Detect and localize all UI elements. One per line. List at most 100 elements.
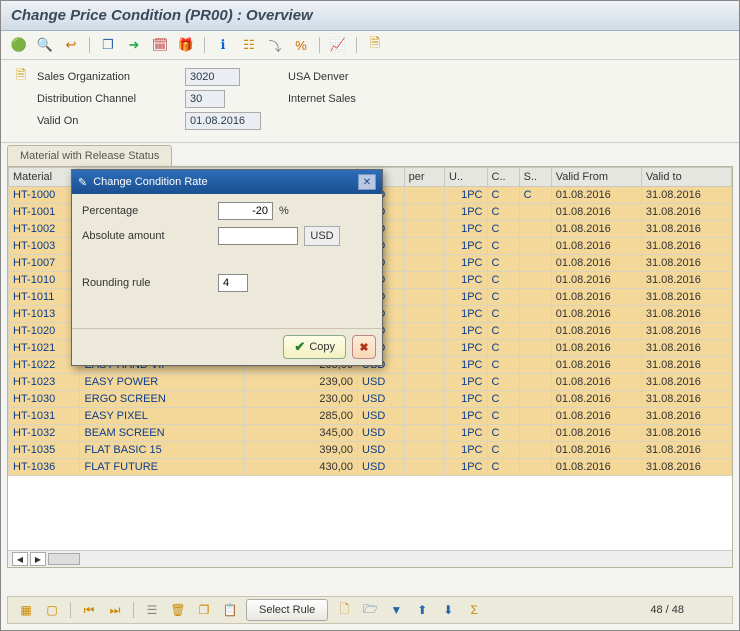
cell-valid-to[interactable]: 31.08.2016 (641, 272, 731, 289)
cancel-button[interactable]: ✖ (352, 335, 376, 359)
cell-c1[interactable]: C (487, 204, 519, 221)
cell-valid-from[interactable]: 01.08.2016 (551, 272, 641, 289)
cell-valid-from[interactable]: 01.08.2016 (551, 204, 641, 221)
sum-icon[interactable]: Σ (464, 600, 484, 620)
cell-uom[interactable]: 1PC (445, 357, 487, 374)
cell-per[interactable] (404, 204, 444, 221)
cell-valid-to[interactable]: 31.08.2016 (641, 221, 731, 238)
cell-unit[interactable]: USD (358, 442, 405, 459)
cell-c1[interactable]: C (487, 357, 519, 374)
cell-desc[interactable]: FLAT BASIC 15 (80, 442, 245, 459)
copy-button[interactable]: ✔ Copy (283, 335, 346, 359)
close-icon[interactable]: ✕ (358, 174, 376, 190)
cell-valid-from[interactable]: 01.08.2016 (551, 357, 641, 374)
last-page-icon[interactable]: ⏭ (105, 600, 125, 620)
cell-material[interactable]: HT-1022 (9, 357, 80, 374)
cell-uom[interactable]: 1PC (445, 425, 487, 442)
cell-valid-from[interactable]: 01.08.2016 (551, 306, 641, 323)
dialog-titlebar[interactable]: ✎ Change Condition Rate ✕ (72, 170, 382, 194)
cell-c2[interactable] (519, 204, 551, 221)
cell-c1[interactable]: C (487, 306, 519, 323)
sort-icon[interactable]: ⤵ (265, 35, 285, 55)
sales-org-input[interactable] (185, 68, 240, 86)
table-row[interactable]: HT-1023EASY POWER239,00USD1PCC01.08.2016… (9, 374, 732, 391)
table-row[interactable]: HT-1030ERGO SCREEN230,00USD1PCC01.08.201… (9, 391, 732, 408)
cell-per[interactable] (404, 289, 444, 306)
cell-valid-from[interactable]: 01.08.2016 (551, 187, 641, 204)
cell-material[interactable]: HT-1020 (9, 323, 80, 340)
cell-desc[interactable]: FLAT FUTURE (80, 459, 245, 476)
horizontal-scrollbar[interactable]: ◀ ▶ (8, 550, 732, 567)
cell-uom[interactable]: 1PC (445, 459, 487, 476)
cell-material[interactable]: HT-1036 (9, 459, 80, 476)
cell-valid-from[interactable]: 01.08.2016 (551, 391, 641, 408)
select-rule-button[interactable]: Select Rule (246, 599, 328, 621)
cell-per[interactable] (404, 221, 444, 238)
cell-valid-from[interactable]: 01.08.2016 (551, 238, 641, 255)
copy-icon[interactable]: ❐ (98, 35, 118, 55)
cell-c1[interactable]: C (487, 340, 519, 357)
cell-valid-to[interactable]: 31.08.2016 (641, 459, 731, 476)
cell-per[interactable] (404, 323, 444, 340)
cell-per[interactable] (404, 238, 444, 255)
cell-c1[interactable]: C (487, 408, 519, 425)
scroll-right-icon[interactable]: ▶ (30, 552, 46, 566)
cell-c2[interactable] (519, 425, 551, 442)
cell-valid-from[interactable]: 01.08.2016 (551, 425, 641, 442)
cell-per[interactable] (404, 187, 444, 204)
cell-c2[interactable] (519, 255, 551, 272)
cell-valid-to[interactable]: 31.08.2016 (641, 357, 731, 374)
cell-valid-to[interactable]: 31.08.2016 (641, 374, 731, 391)
cell-material[interactable]: HT-1011 (9, 289, 80, 306)
cell-per[interactable] (404, 306, 444, 323)
cell-c2[interactable] (519, 238, 551, 255)
cell-desc[interactable]: BEAM SCREEN (80, 425, 245, 442)
col-c2[interactable]: S.. (519, 168, 551, 187)
cell-material[interactable]: HT-1013 (9, 306, 80, 323)
cell-c2[interactable] (519, 340, 551, 357)
cell-c1[interactable]: C (487, 289, 519, 306)
percent-icon[interactable]: % (291, 35, 311, 55)
cell-uom[interactable]: 1PC (445, 374, 487, 391)
cell-valid-from[interactable]: 01.08.2016 (551, 340, 641, 357)
cell-valid-to[interactable]: 31.08.2016 (641, 187, 731, 204)
exit-icon[interactable]: ↩ (61, 35, 81, 55)
cell-c2[interactable] (519, 459, 551, 476)
cell-per[interactable] (404, 255, 444, 272)
gift-icon[interactable]: 🎁 (176, 35, 196, 55)
open-icon[interactable]: 🗁 (360, 600, 380, 620)
cell-valid-from[interactable]: 01.08.2016 (551, 289, 641, 306)
cell-c1[interactable]: C (487, 391, 519, 408)
cell-uom[interactable]: 1PC (445, 323, 487, 340)
cell-per[interactable] (404, 374, 444, 391)
cell-valid-to[interactable]: 31.08.2016 (641, 323, 731, 340)
cell-valid-to[interactable]: 31.08.2016 (641, 306, 731, 323)
cell-per[interactable] (404, 442, 444, 459)
cell-material[interactable]: HT-1031 (9, 408, 80, 425)
cell-per[interactable] (404, 272, 444, 289)
cell-uom[interactable]: 1PC (445, 204, 487, 221)
cell-valid-to[interactable]: 31.08.2016 (641, 408, 731, 425)
select-all-icon[interactable]: ▦ (16, 600, 36, 620)
scroll-left-icon[interactable]: ◀ (12, 552, 28, 566)
cell-amount[interactable]: 430,00 (245, 459, 358, 476)
cell-per[interactable] (404, 357, 444, 374)
cell-unit[interactable]: USD (358, 425, 405, 442)
cell-valid-from[interactable]: 01.08.2016 (551, 408, 641, 425)
cell-valid-from[interactable]: 01.08.2016 (551, 374, 641, 391)
cell-material[interactable]: HT-1001 (9, 204, 80, 221)
info-icon[interactable]: ℹ (213, 35, 233, 55)
cell-uom[interactable]: 1PC (445, 391, 487, 408)
col-uom[interactable]: U.. (445, 168, 487, 187)
cell-uom[interactable]: 1PC (445, 306, 487, 323)
filter-icon[interactable]: ▼ (386, 600, 406, 620)
cell-per[interactable] (404, 408, 444, 425)
cell-c1[interactable]: C (487, 187, 519, 204)
cell-c1[interactable]: C (487, 221, 519, 238)
cell-unit[interactable]: USD (358, 374, 405, 391)
table-row[interactable]: HT-1035FLAT BASIC 15399,00USD1PCC01.08.2… (9, 442, 732, 459)
first-page-icon[interactable]: ⏮ (79, 600, 99, 620)
cell-valid-to[interactable]: 31.08.2016 (641, 391, 731, 408)
cell-c2[interactable] (519, 442, 551, 459)
cell-c1[interactable]: C (487, 255, 519, 272)
